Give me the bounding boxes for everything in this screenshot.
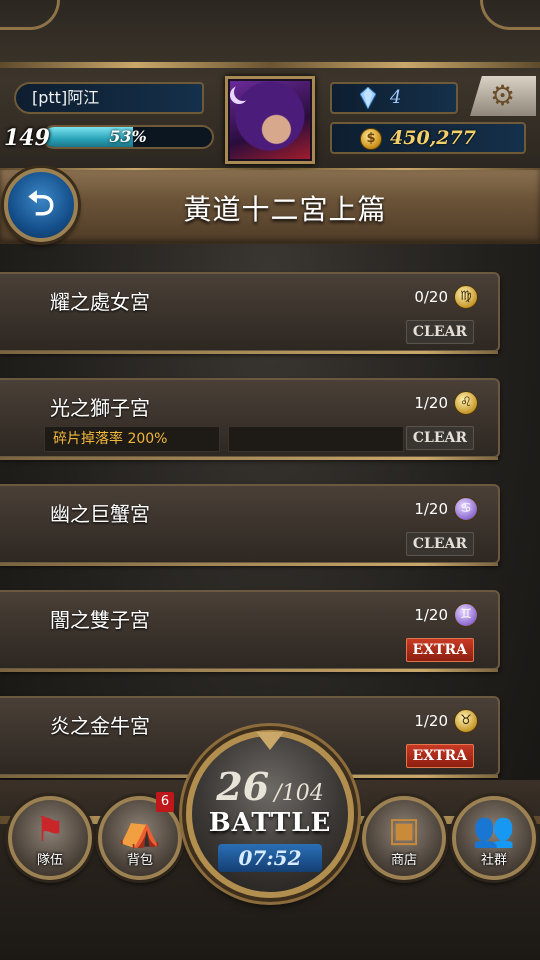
battle-label: BATTLE: [208, 808, 332, 838]
virgo-icon: ♍: [454, 285, 478, 309]
moon-icon: [234, 83, 252, 101]
stage-progress: 1/20: [414, 712, 448, 730]
leo-icon: ♌: [454, 391, 478, 415]
crystal-counter[interactable]: 4: [330, 82, 458, 114]
battle-button[interactable]: 26 /104 BATTLE 07:52: [186, 730, 354, 898]
stage-name: 幽之巨蟹宮: [50, 502, 150, 526]
shop-label: 商店: [390, 853, 417, 868]
team-label: 隊伍: [36, 853, 63, 868]
extra-tag: EXTRA: [405, 638, 474, 662]
stage-progress: 1/20: [414, 606, 448, 624]
shop-button[interactable]: ▣ 商店: [362, 796, 446, 880]
stage-item-virgo[interactable]: 耀之處女宮 0/20 ♍ CLEAR: [0, 272, 500, 354]
cancer-icon: ♋: [454, 497, 478, 521]
stamina-current: 26: [216, 764, 270, 809]
back-button[interactable]: ⮌: [4, 168, 78, 242]
extra-tag: EXTRA: [405, 744, 474, 768]
ornament-right: [480, 0, 540, 30]
stage-name: 耀之處女宮: [50, 290, 150, 314]
stage-progress: 1/20: [414, 394, 448, 412]
backpack-icon: ⛺: [118, 810, 162, 850]
gold-amount: 450,277: [390, 127, 476, 149]
flag-icon: ⚑: [34, 810, 66, 850]
drop-rate-bonus: 碎片掉落率 200%: [44, 426, 220, 452]
exp-percent: 53%: [109, 127, 147, 146]
stage-item-leo[interactable]: 光之獅子宮 1/20 ♌ 碎片掉落率 200% CLEAR: [0, 378, 500, 460]
stage-name: 光之獅子宮: [50, 396, 150, 420]
exp-bar: 53%: [42, 125, 214, 149]
clear-tag: CLEAR: [405, 320, 474, 344]
clear-tag: CLEAR: [405, 532, 474, 556]
stage-name: 炎之金牛宮: [50, 714, 150, 738]
treasure-chest-icon: ▣: [387, 810, 421, 850]
team-button[interactable]: ⚑ 隊伍: [8, 796, 92, 880]
stamina-timer: 07:52: [218, 844, 322, 872]
stage-name: 闇之雙子宮: [50, 608, 150, 632]
social-button[interactable]: 👥 社群: [452, 796, 536, 880]
bonus-slot-empty: [228, 426, 404, 452]
clear-tag: CLEAR: [405, 426, 474, 450]
back-arrow-icon: ⮌: [27, 184, 55, 224]
avatar[interactable]: [225, 76, 315, 164]
stage-progress: 0/20: [414, 288, 448, 306]
people-icon: 👥: [472, 810, 516, 850]
stamina-counter: 26 /104: [192, 764, 348, 809]
stage-progress: 1/20: [414, 500, 448, 518]
gemini-icon: ♊: [454, 603, 478, 627]
stage-item-cancer[interactable]: 幽之巨蟹宮 1/20 ♋ CLEAR: [0, 484, 500, 566]
stage-item-gemini[interactable]: 闇之雙子宮 1/20 ♊ EXTRA: [0, 590, 500, 672]
crystal-amount: 4: [390, 87, 402, 108]
gear-icon: ⚙: [490, 79, 516, 112]
player-level: 149: [4, 125, 50, 151]
bag-label: 背包: [126, 853, 153, 868]
taurus-icon: ♉: [454, 709, 478, 733]
gold-counter[interactable]: $ 450,277: [330, 122, 526, 154]
ornament-left: [0, 0, 60, 30]
stamina-max: /104: [274, 781, 324, 806]
bag-notification-badge: 6: [156, 792, 174, 812]
page-title: 黃道十二宮上篇: [183, 193, 387, 226]
player-name[interactable]: [ptt]阿江: [14, 82, 204, 114]
crystal-icon: [360, 87, 376, 109]
coin-icon: $: [360, 128, 382, 150]
social-label: 社群: [480, 853, 507, 868]
